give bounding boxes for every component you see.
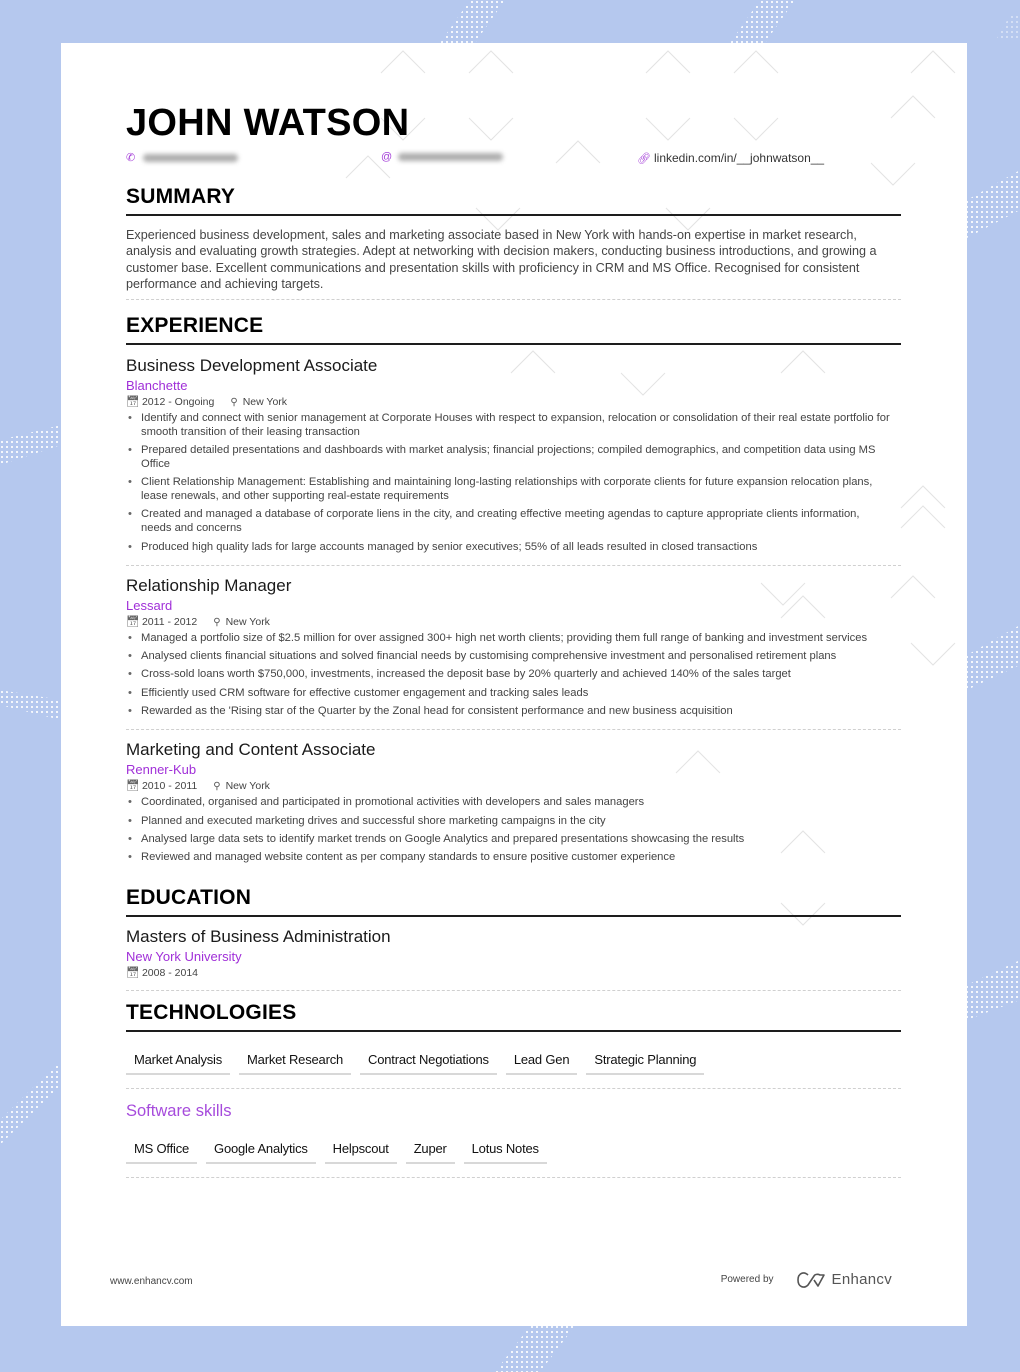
bullet-item: Cross-sold loans worth $750,000, investm… <box>126 668 901 682</box>
experience-entry: Marketing and Content Associate Renner-K… <box>126 739 901 875</box>
skill-tag: Contract Negotiations <box>360 1052 497 1075</box>
job-location: New York <box>242 396 288 409</box>
degree-title: Masters of Business Administration <box>126 926 391 946</box>
location-pin-icon: ⚲ <box>230 397 238 409</box>
job-meta: 📅︎ 2011 - 2012 ⚲ New York <box>126 615 901 630</box>
skill-tag: Market Analysis <box>126 1052 231 1075</box>
section-title-technologies: TECHNOLOGIES <box>126 1000 901 1032</box>
powered-by-label: Powered by <box>720 1274 774 1285</box>
experience-entry: Business Development Associate Blanchett… <box>126 355 901 566</box>
enhancv-logo[interactable]: Enhancv <box>796 1271 892 1288</box>
resume-page: JOHN WATSON ✆ @ 🔗︎ linkedin.com/in/__joh… <box>61 43 967 1326</box>
section-title-education: EDUCATION <box>126 885 901 917</box>
job-dates: 2010 - 2011 <box>141 780 198 793</box>
job-meta: 📅︎ 2010 - 2011 ⚲ New York <box>126 779 901 794</box>
company-name: Renner-Kub <box>126 762 197 778</box>
bullet-item: Identify and connect with senior managem… <box>126 412 901 440</box>
location-pin-icon: ⚲ <box>213 616 221 628</box>
company-name: Lessard <box>126 597 173 613</box>
job-location: New York <box>225 615 270 628</box>
phone-contact[interactable]: ✆ <box>126 151 238 164</box>
software-tag: Lotus Notes <box>463 1141 547 1164</box>
bullet-item: Client Relationship Management: Establis… <box>126 476 901 504</box>
contact-row: ✆ @ 🔗︎ linkedin.com/in/__johnwatson__ <box>126 151 901 171</box>
bullet-item: Reviewed and managed website content as … <box>126 851 901 865</box>
job-bullets: Coordinated, organised and participated … <box>126 796 901 865</box>
skill-tag: Market Research <box>239 1052 352 1075</box>
job-bullets: Identify and connect with senior managem… <box>126 412 901 554</box>
job-title: Business Development Associate <box>126 356 378 376</box>
calendar-icon: 📅︎ <box>126 780 140 793</box>
skill-tag: Strategic Planning <box>586 1052 705 1075</box>
bullet-item: Produced high quality lads for large acc… <box>126 541 901 555</box>
education-dates: 2008 - 2014 <box>141 966 199 979</box>
linkedin-contact[interactable]: 🔗︎ linkedin.com/in/__johnwatson__ <box>637 151 824 165</box>
software-tag: Zuper <box>405 1141 455 1164</box>
software-tag: MS Office <box>126 1141 198 1164</box>
summary-section: SUMMARY Experienced business development… <box>126 184 901 301</box>
job-dates: 2012 - Ongoing <box>141 396 215 409</box>
phone-icon: ✆ <box>126 152 136 164</box>
job-meta: 📅︎ 2012 - Ongoing ⚲ New York <box>126 395 901 410</box>
job-bullets: Managed a portfolio size of $2.5 million… <box>126 632 901 719</box>
at-icon: @ <box>381 151 393 163</box>
bullet-item: Analysed large data sets to identify mar… <box>126 833 901 847</box>
email-value-redacted <box>398 153 503 161</box>
enhancv-brand-name: Enhancv <box>831 1271 892 1288</box>
bullet-item: Rewarded as the 'Rising star of the Quar… <box>126 705 901 719</box>
calendar-icon: 📅︎ <box>126 396 140 409</box>
enhancv-logo-icon <box>796 1271 825 1288</box>
linkedin-url[interactable]: linkedin.com/in/__johnwatson__ <box>654 151 824 165</box>
bullet-item: Efficiently used CRM software for effect… <box>126 687 901 701</box>
phone-value-redacted <box>143 153 238 162</box>
school-name: New York University <box>126 948 242 964</box>
resume-content: JOHN WATSON ✆ @ 🔗︎ linkedin.com/in/__joh… <box>126 101 901 1178</box>
software-tag: Google Analytics <box>206 1141 316 1164</box>
bullet-item: Managed a portfolio size of $2.5 million… <box>126 632 901 646</box>
technology-tags: Market Analysis Market Research Contract… <box>126 1052 901 1089</box>
skill-tag: Lead Gen <box>505 1052 578 1075</box>
bullet-item: Coordinated, organised and participated … <box>126 796 901 810</box>
bullet-item: Created and managed a database of corpor… <box>126 508 901 536</box>
bullet-item: Analysed clients financial situations an… <box>126 650 901 664</box>
link-icon: 🔗︎ <box>637 152 651 165</box>
section-title-experience: EXPERIENCE <box>126 313 901 346</box>
calendar-icon: 📅︎ <box>126 966 140 979</box>
job-title: Marketing and Content Associate <box>126 740 376 760</box>
section-title-summary: SUMMARY <box>126 184 901 216</box>
calendar-icon: 📅︎ <box>126 615 140 628</box>
company-name: Blanchette <box>126 378 188 394</box>
job-location: New York <box>225 780 270 793</box>
job-dates: 2011 - 2012 <box>141 615 198 628</box>
experience-entry: Relationship Manager Lessard 📅︎ 2011 - 2… <box>126 575 901 731</box>
experience-section: EXPERIENCE Business Development Associat… <box>126 313 901 875</box>
bullet-item: Planned and executed marketing drives an… <box>126 815 901 829</box>
footer-website[interactable]: www.enhancv.com <box>110 1276 193 1287</box>
software-tag: Helpscout <box>324 1141 397 1164</box>
candidate-name: JOHN WATSON <box>126 102 410 144</box>
education-section: EDUCATION Masters of Business Administra… <box>126 885 901 991</box>
bullet-item: Prepared detailed presentations and dash… <box>126 444 901 472</box>
job-title: Relationship Manager <box>126 575 292 595</box>
summary-text: Experienced business development, sales … <box>126 227 901 301</box>
footer-branding: Powered by Enhancv <box>721 1271 892 1288</box>
education-meta: 📅︎ 2008 - 2014 <box>126 966 901 981</box>
software-skills-heading: Software skills <box>126 1101 232 1120</box>
technologies-section: TECHNOLOGIES Market Analysis Market Rese… <box>126 1000 901 1178</box>
software-tags: MS Office Google Analytics Helpscout Zup… <box>126 1141 901 1178</box>
email-contact[interactable]: @ <box>381 151 503 163</box>
education-entry: Masters of Business Administration New Y… <box>126 926 901 991</box>
location-pin-icon: ⚲ <box>213 781 221 793</box>
